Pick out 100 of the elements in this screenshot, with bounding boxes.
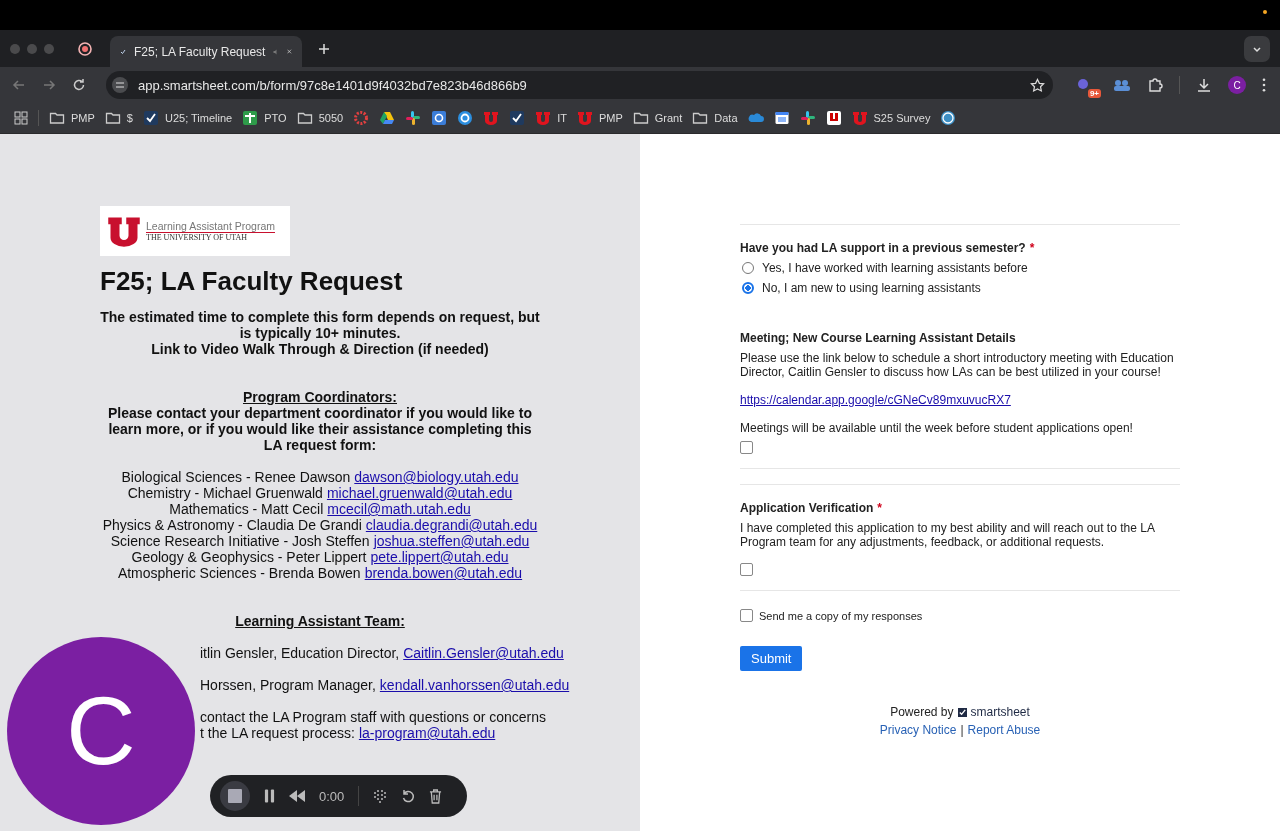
checkbox-label[interactable]: Send me a copy of my responses <box>759 609 923 622</box>
reload-icon[interactable] <box>72 78 86 92</box>
footer-link[interactable]: Privacy Notice <box>879 723 957 737</box>
bookmark[interactable]: PMP <box>576 110 623 126</box>
brand-name: smartsheet <box>970 705 1030 719</box>
address-field[interactable]: app.smartsheet.com/b/form/97c8e1401d9f4032bd7e823b46d866b9 <box>106 71 1053 99</box>
bookmark-button[interactable] <box>509 110 526 126</box>
bookmark[interactable]: 5050 <box>296 110 344 126</box>
question-label: Meeting; New Course Learning Assistant Details <box>740 331 1016 345</box>
coordinator-name: Mathematics - Matt Cecil <box>169 501 324 517</box>
coordinator-name: Geology & Geophysics - Peter Lippert <box>131 549 367 565</box>
checkmark-icon <box>142 110 159 126</box>
close-icon[interactable] <box>287 47 292 56</box>
bookmark-button[interactable] <box>799 110 816 126</box>
rewind-icon[interactable] <box>289 790 305 802</box>
site-settings-icon[interactable] <box>112 77 128 93</box>
email-link[interactable]: brenda.bowen@utah.edu <box>364 565 523 581</box>
tab-search-button[interactable] <box>1244 35 1270 62</box>
checkbox[interactable] <box>740 563 753 576</box>
url-text: app.smartsheet.com/b/form/97c8e1401d9f4032bd7e823b46d866b9 <box>138 77 527 93</box>
back-icon[interactable] <box>12 78 26 92</box>
bookmark[interactable]: $ <box>104 110 133 126</box>
checkbox[interactable] <box>740 441 753 454</box>
email-link[interactable]: dawson@biology.utah.edu <box>354 469 519 485</box>
team-text: itlin Gensler, Education Director, <box>200 645 400 661</box>
email-link[interactable]: kendall.vanhorssen@utah.edu <box>379 677 570 693</box>
bookmark[interactable]: IT <box>535 110 567 126</box>
star-icon[interactable] <box>1030 77 1045 93</box>
stop-button[interactable] <box>220 781 250 811</box>
folder-icon <box>632 110 649 126</box>
bookmark-button[interactable] <box>431 110 448 126</box>
undo-icon[interactable] <box>401 789 416 803</box>
email-link[interactable]: claudia.degrandi@utah.edu <box>365 517 538 533</box>
bookmark-button[interactable] <box>773 110 790 126</box>
trash-icon[interactable] <box>429 788 443 804</box>
circle-icon <box>457 110 474 126</box>
team-text: t the LA request process: <box>200 725 355 741</box>
bookmark[interactable]: U25; Timeline <box>142 110 233 126</box>
browser-tab[interactable]: F25; LA Faculty Request <box>110 36 302 67</box>
email-link[interactable]: joshua.steffen@utah.edu <box>373 533 530 549</box>
email-link[interactable]: michael.gruenwald@utah.edu <box>326 485 513 501</box>
plus-icon <box>242 110 259 126</box>
radio-button[interactable] <box>742 262 754 274</box>
email-link[interactable]: pete.lippert@utah.edu <box>370 549 509 565</box>
stop-icon <box>228 789 242 803</box>
forward-icon[interactable] <box>42 78 56 92</box>
option-label[interactable]: Yes, I have worked with learning assistants before <box>762 261 1028 275</box>
recording-dot <box>1263 10 1267 14</box>
meeting-note: Meetings will be available until the week before student applications open! <box>740 421 1134 435</box>
tab-title: F25; LA Faculty Request <box>134 44 266 59</box>
pause-icon[interactable] <box>264 789 275 803</box>
form-title: F25; LA Faculty Request <box>100 266 404 297</box>
bookmark[interactable]: PTO <box>242 110 287 126</box>
bookmark-button[interactable] <box>405 110 422 126</box>
estimate-text: The estimated time to complete this form depends on request, but is typically 10+ minutes. <box>100 309 540 341</box>
bookmark[interactable]: Grant <box>632 110 683 126</box>
email-link[interactable]: mcecil@math.utah.edu <box>327 501 471 517</box>
coordinator-name: Physics & Astronomy - Claudia De Grandi <box>102 517 362 533</box>
checkbox[interactable] <box>740 609 753 622</box>
coordinators-note: Please contact your department coordinator if you would like to learn more, or if you would like their assistance completing this LA request form: <box>107 405 533 453</box>
team-text: Horssen, Program Manager, <box>200 677 376 693</box>
bookmark[interactable]: Data <box>692 110 738 126</box>
radio-button[interactable] <box>742 282 754 294</box>
question-label: Have you had LA support in a previous semester? <box>740 241 1026 255</box>
bookmark[interactable]: PMP <box>49 110 95 126</box>
required-mark: * <box>1029 241 1035 255</box>
email-link[interactable]: Caitlin.Gensler@utah.edu <box>403 645 564 661</box>
coordinator-name: Chemistry - Michael Gruenwald <box>127 485 323 501</box>
submit-button[interactable]: Submit <box>740 646 803 671</box>
bookmark-button[interactable] <box>457 110 474 126</box>
email-link[interactable]: la-program@utah.edu <box>358 725 496 741</box>
notification-badge: 9+ <box>1087 89 1101 98</box>
bookmark[interactable]: S25 Survey <box>851 110 931 126</box>
footer-link[interactable]: Report Abuse <box>967 723 1041 737</box>
menu-icon[interactable] <box>1262 78 1266 92</box>
calendar-link[interactable]: https://calendar.app.google/cGNeCv89mxuvucRX7 <box>740 393 1180 407</box>
bookmark-button[interactable] <box>825 110 842 126</box>
coordinator-name: Science Research Initiative - Josh Steffen <box>110 533 370 549</box>
option-label[interactable]: No, I am new to using learning assistants <box>762 281 981 295</box>
apps-grid-icon[interactable] <box>14 111 28 125</box>
record-icon[interactable] <box>78 41 92 56</box>
new-tab-icon[interactable] <box>318 42 330 55</box>
triangle-icon <box>379 110 396 126</box>
folder-icon <box>104 110 121 126</box>
question-label: Application Verification <box>740 501 874 515</box>
checkmark-icon <box>509 110 526 126</box>
video-link[interactable]: Link to Video Walk Through & Direction (if needed) <box>100 341 540 357</box>
link-separator: | <box>960 723 964 737</box>
profile-avatar[interactable]: C <box>1228 76 1246 94</box>
logo-subtitle: THE UNIVERSITY OF UTAH <box>146 233 249 242</box>
required-mark: * <box>877 501 883 515</box>
section-heading: Learning Assistant Team: <box>234 613 406 629</box>
u-shape-icon <box>851 110 868 126</box>
bookmark-button[interactable] <box>379 110 396 126</box>
people-icon[interactable] <box>1113 79 1131 91</box>
download-icon[interactable] <box>1196 77 1212 93</box>
team-text: contact the LA Program staff with questions or concerns <box>200 709 547 725</box>
puzzle-icon[interactable] <box>1147 77 1163 93</box>
square-icon <box>431 110 448 126</box>
dot-grid-icon[interactable] <box>373 789 388 803</box>
